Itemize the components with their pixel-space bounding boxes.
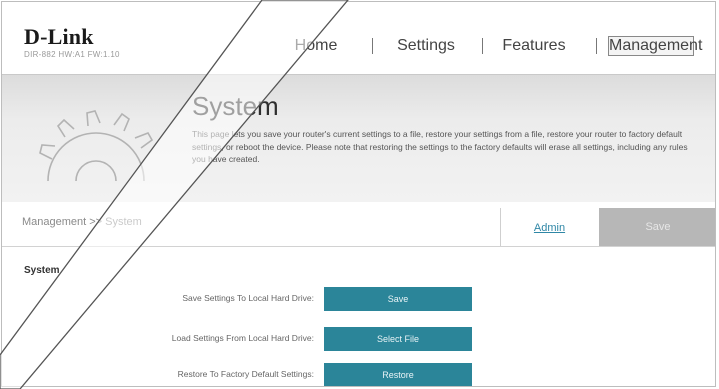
factory-reset-label: Restore To Factory Default Settings: [177, 369, 314, 379]
restore-button[interactable]: Restore [324, 363, 472, 386]
save-settings-label: Save Settings To Local Hard Drive: [182, 293, 314, 303]
nav-divider [482, 38, 483, 54]
select-file-button[interactable]: Select File [324, 327, 472, 351]
section-title: System [24, 265, 60, 276]
nav-management[interactable]: Management [608, 36, 702, 56]
nav-home[interactable]: Home [286, 36, 346, 56]
nav-divider [372, 38, 373, 54]
breadcrumb-bar: Management >> System Admin Save [2, 202, 715, 247]
load-settings-label: Load Settings From Local Hard Drive: [171, 333, 314, 343]
page-description: This page lets you save your router's cu… [192, 129, 688, 164]
tab-admin[interactable]: Admin [500, 208, 598, 246]
nav-settings[interactable]: Settings [391, 36, 461, 56]
gear-icon [39, 110, 154, 182]
save-settings-button[interactable]: Save [324, 287, 472, 311]
page-title: System [192, 91, 279, 121]
save-button[interactable]: Save [599, 208, 715, 246]
model-info: DIR-882 HW:A1 FW:1.10 [24, 50, 120, 59]
router-admin-window: D-Link DIR-882 HW:A1 FW:1.10 Home Settin… [1, 1, 716, 387]
header: D-Link DIR-882 HW:A1 FW:1.10 Home Settin… [2, 2, 715, 74]
system-section: System Save Settings To Local Hard Drive… [2, 247, 715, 386]
breadcrumb: Management >> System [22, 216, 142, 228]
page-banner: System This page lets you save your rout… [2, 74, 715, 204]
nav-divider [596, 38, 597, 54]
nav-features[interactable]: Features [498, 36, 570, 56]
admin-link[interactable]: Admin [534, 222, 565, 234]
dlink-logo[interactable]: D-Link [24, 24, 94, 50]
